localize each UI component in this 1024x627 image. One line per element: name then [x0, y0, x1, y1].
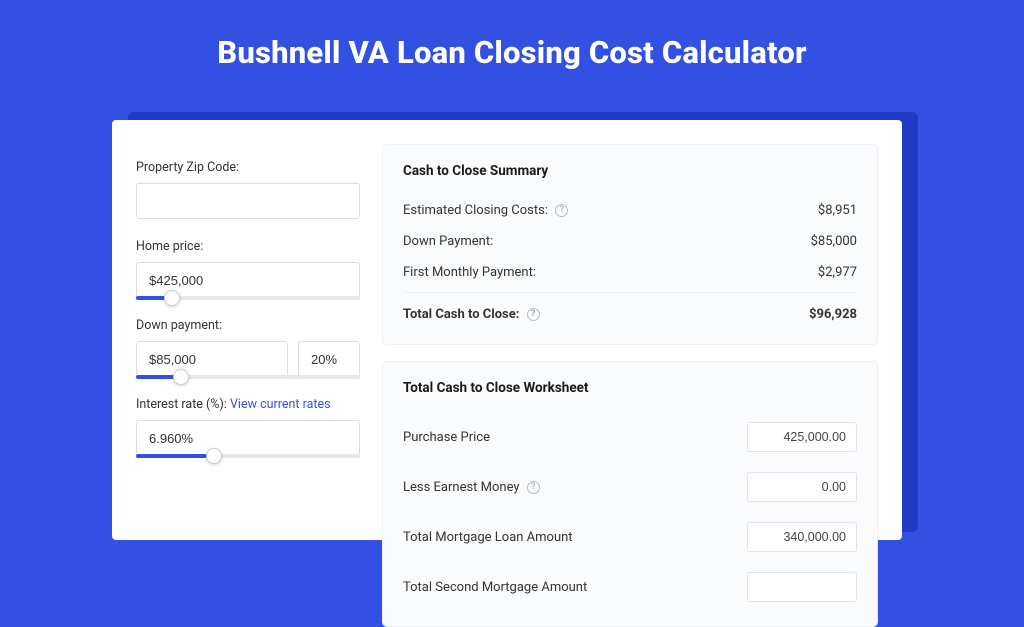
results-column: Cash to Close Summary Estimated Closing …: [382, 144, 878, 540]
summary-label: Total Cash to Close:: [403, 307, 519, 322]
help-icon[interactable]: ?: [555, 204, 568, 217]
ws-input-purchase-price[interactable]: [747, 422, 857, 452]
ws-label: Total Mortgage Loan Amount: [403, 530, 573, 545]
inputs-column: Property Zip Code: Home price: Down paym…: [136, 144, 360, 540]
input-down-payment-pct[interactable]: [298, 341, 360, 377]
field-home-price: Home price:: [136, 239, 360, 298]
summary-label: Estimated Closing Costs:: [403, 203, 548, 218]
summary-label: Down Payment:: [403, 234, 493, 249]
link-view-rates[interactable]: View current rates: [230, 397, 331, 412]
summary-value: $2,977: [818, 265, 857, 280]
summary-row-closing-costs: Estimated Closing Costs: ? $8,951: [403, 195, 857, 226]
input-zip[interactable]: [136, 183, 360, 219]
label-home-price: Home price:: [136, 239, 360, 254]
ws-input-earnest-money[interactable]: [747, 472, 857, 502]
summary-row-total: Total Cash to Close: ? $96,928: [403, 292, 857, 330]
summary-label: First Monthly Payment:: [403, 265, 536, 280]
ws-label: Total Second Mortgage Amount: [403, 580, 587, 595]
summary-row-down-payment: Down Payment: $85,000: [403, 226, 857, 257]
slider-thumb[interactable]: [206, 448, 222, 464]
summary-heading: Cash to Close Summary: [403, 163, 857, 179]
ws-label: Purchase Price: [403, 430, 490, 445]
slider-home-price[interactable]: [136, 296, 360, 300]
ws-row-mortgage-amount: Total Mortgage Loan Amount: [403, 512, 857, 562]
field-down-payment: Down payment:: [136, 318, 360, 377]
page-title: Bushnell VA Loan Closing Cost Calculator: [0, 0, 1024, 97]
help-icon[interactable]: ?: [527, 481, 540, 494]
slider-interest-rate[interactable]: [136, 454, 360, 458]
summary-value: $8,951: [818, 203, 857, 218]
calculator-card: Property Zip Code: Home price: Down paym…: [112, 120, 902, 540]
label-down-payment: Down payment:: [136, 318, 360, 333]
help-icon[interactable]: ?: [527, 308, 540, 321]
summary-row-first-payment: First Monthly Payment: $2,977: [403, 257, 857, 288]
ws-input-second-mortgage[interactable]: [747, 572, 857, 602]
slider-thumb[interactable]: [173, 369, 189, 385]
summary-value: $85,000: [811, 234, 857, 249]
ws-input-mortgage-amount[interactable]: [747, 522, 857, 552]
worksheet-heading: Total Cash to Close Worksheet: [403, 380, 857, 396]
worksheet-panel: Total Cash to Close Worksheet Purchase P…: [382, 361, 878, 627]
ws-row-purchase-price: Purchase Price: [403, 412, 857, 462]
input-down-payment[interactable]: [136, 341, 288, 377]
slider-down-payment[interactable]: [136, 375, 360, 379]
summary-panel: Cash to Close Summary Estimated Closing …: [382, 144, 878, 345]
label-interest-rate: Interest rate (%): View current rates: [136, 397, 360, 412]
ws-row-second-mortgage: Total Second Mortgage Amount: [403, 562, 857, 612]
field-zip: Property Zip Code:: [136, 160, 360, 219]
ws-row-earnest-money: Less Earnest Money ?: [403, 462, 857, 512]
slider-thumb[interactable]: [164, 290, 180, 306]
summary-value: $96,928: [809, 307, 857, 322]
label-zip: Property Zip Code:: [136, 160, 360, 175]
ws-label: Less Earnest Money: [403, 480, 520, 495]
input-interest-rate[interactable]: [136, 420, 360, 456]
field-interest-rate: Interest rate (%): View current rates: [136, 397, 360, 456]
